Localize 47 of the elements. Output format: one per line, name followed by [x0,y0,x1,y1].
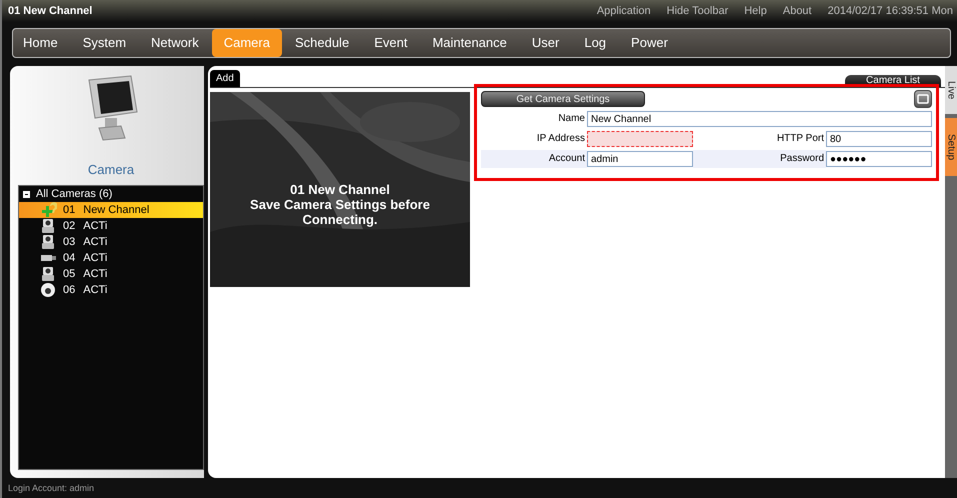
tree-item[interactable]: 05 ACTi [19,266,203,282]
menu-item[interactable]: Home [23,29,58,57]
preview-message: Save Camera Settings before Connecting. [249,197,431,227]
menu-item[interactable]: Event [374,29,408,57]
field-label: Account [481,150,587,168]
toolbar-link[interactable]: Application [596,5,651,17]
tree-item[interactable]: 02 ACTi [19,218,203,234]
camera-icon [39,233,57,251]
toolbar-link[interactable]: About [782,5,812,17]
menu-item[interactable]: Schedule [294,29,350,57]
tree-item[interactable]: 04 ACTi [19,250,203,266]
input-field[interactable]: ●●●●●● [826,151,932,167]
minimize-button[interactable] [914,90,932,108]
field-label: IP Address [536,132,586,146]
tree-item[interactable]: 06 ACTi [19,282,203,298]
window-title: 01 New Channel [8,5,92,17]
menu-item[interactable]: Log [584,29,606,57]
collapse-icon[interactable] [23,190,30,198]
window-icon [916,92,930,106]
dome-camera-icon [39,281,57,299]
tree-item[interactable]: 03 ACTi [19,234,203,250]
input-field[interactable] [587,131,693,147]
input-field[interactable]: admin [587,151,693,167]
side-tab[interactable]: Setup [945,118,957,176]
camera-icon [39,217,57,235]
menu-item[interactable]: User [532,29,560,57]
camera-icon [39,265,57,283]
menu-item[interactable]: Network [151,29,199,57]
add-question-icon [39,201,57,219]
sidebar-title: Camera [88,162,134,177]
input-field[interactable]: New Channel [587,111,932,127]
preview-message: 01 New Channel [289,182,391,197]
field-label: Password [693,150,826,168]
tab[interactable]: Add [210,70,240,87]
field-label: Name [557,112,586,126]
input-field[interactable]: 80 [826,131,932,147]
tree-label[interactable]: All Cameras (6) [36,188,112,200]
get-settings-button[interactable]: Get Camera Settings [481,91,645,107]
menu-item[interactable]: System [82,29,126,57]
toolbar-link[interactable]: Help [744,5,767,17]
field-label: HTTP Port [776,132,825,146]
clock-text: 2014/02/17 16:39:51 Mon [828,5,953,17]
toolbar-link[interactable]: Hide Toolbar [666,5,728,17]
menu-item[interactable]: Maintenance [432,29,507,57]
tree-item[interactable]: 01 New Channel [19,202,203,218]
menu-item[interactable]: Power [631,29,668,57]
side-tab[interactable]: Live [945,66,957,114]
